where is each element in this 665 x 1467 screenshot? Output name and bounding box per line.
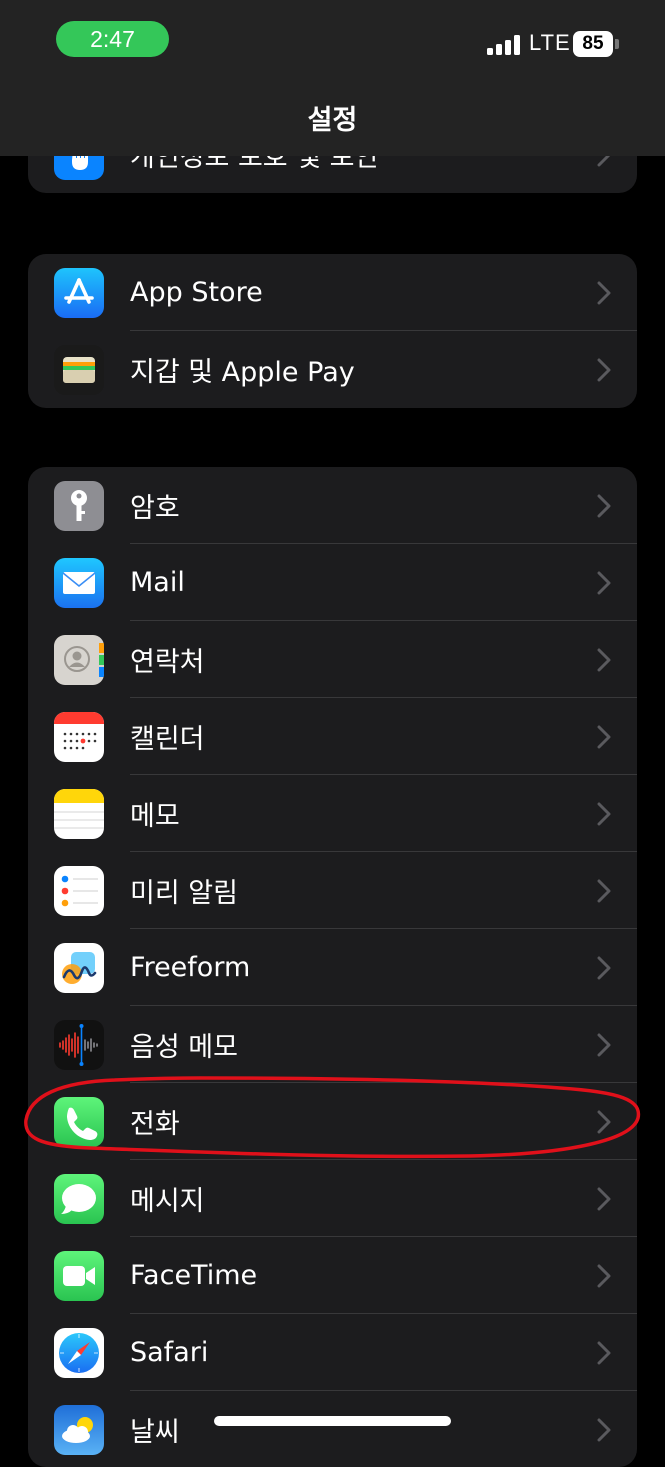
network-type: LTE: [529, 30, 571, 55]
mail-icon: [54, 557, 104, 608]
phone-icon: [54, 1096, 104, 1147]
safari-icon: [54, 1327, 104, 1378]
row-reminders[interactable]: 미리 알림: [28, 852, 637, 929]
messages-icon: [54, 1173, 104, 1224]
battery-icon: 85: [573, 31, 619, 57]
row-mail[interactable]: Mail: [28, 544, 637, 621]
chevron-right-icon: [597, 956, 611, 979]
row-label: 메모: [130, 801, 180, 832]
row-notes[interactable]: 메모: [28, 775, 637, 852]
row-passwords[interactable]: 암호: [28, 467, 637, 544]
calendar-icon: [54, 711, 104, 762]
chevron-right-icon: [597, 1418, 611, 1441]
row-label: FaceTime: [130, 1260, 258, 1291]
row-contacts[interactable]: 연락처: [28, 621, 637, 698]
battery-level: 85: [573, 31, 613, 57]
row-safari[interactable]: Safari: [28, 1314, 637, 1391]
chevron-right-icon: [597, 1110, 611, 1133]
row-label: Safari: [130, 1337, 209, 1368]
chevron-right-icon: [597, 1033, 611, 1056]
settings-group-store: App Store 지갑 및 Apple Pay: [28, 254, 637, 408]
chevron-right-icon: [597, 879, 611, 902]
row-label: 미리 알림: [130, 878, 238, 909]
row-label: 연락처: [130, 647, 205, 678]
row-app-store[interactable]: App Store: [28, 254, 637, 331]
app-store-icon: [54, 267, 104, 318]
notes-icon: [54, 788, 104, 839]
chevron-right-icon: [597, 1264, 611, 1287]
row-wallet[interactable]: 지갑 및 Apple Pay: [28, 331, 637, 408]
contacts-icon: [54, 634, 104, 685]
facetime-icon: [54, 1250, 104, 1301]
chevron-right-icon: [597, 571, 611, 594]
freeform-icon: [54, 942, 104, 993]
status-time[interactable]: 2:47: [56, 21, 169, 57]
page-title: 설정: [307, 105, 358, 136]
row-label: Mail: [130, 567, 185, 598]
row-freeform[interactable]: Freeform: [28, 929, 637, 1006]
row-label: 암호: [130, 493, 180, 524]
chevron-right-icon: [597, 648, 611, 671]
chevron-right-icon: [597, 494, 611, 517]
wallet-icon: [54, 344, 104, 395]
chevron-right-icon: [597, 802, 611, 825]
home-indicator[interactable]: [214, 1416, 451, 1426]
row-calendar[interactable]: 캘린더: [28, 698, 637, 775]
status-bar: 2:47 LTE 85 설정: [0, 0, 665, 156]
row-label: 캘린더: [130, 724, 205, 755]
settings-group-apps: 암호 Mail 연락처 캘린더 메모 미리 알림 Freeform 음성 메모 …: [28, 467, 637, 1467]
row-label: 지갑 및 Apple Pay: [130, 357, 355, 388]
row-messages[interactable]: 메시지: [28, 1160, 637, 1237]
row-label: 전화: [130, 1109, 180, 1140]
key-icon: [54, 480, 104, 531]
row-label: 메시지: [130, 1186, 205, 1217]
chevron-right-icon: [597, 1187, 611, 1210]
chevron-right-icon: [597, 281, 611, 304]
row-phone[interactable]: 전화: [28, 1083, 637, 1160]
reminders-icon: [54, 865, 104, 916]
row-label: App Store: [130, 277, 263, 308]
row-facetime[interactable]: FaceTime: [28, 1237, 637, 1314]
voice-memos-icon: [54, 1019, 104, 1070]
chevron-right-icon: [597, 358, 611, 381]
row-label: 날씨: [130, 1417, 180, 1448]
weather-icon: [54, 1404, 104, 1455]
row-label: Freeform: [130, 952, 251, 983]
row-weather[interactable]: 날씨: [28, 1391, 637, 1467]
cellular-signal-icon: [487, 35, 520, 55]
row-label: 음성 메모: [130, 1032, 238, 1063]
chevron-right-icon: [597, 1341, 611, 1364]
row-voice-memos[interactable]: 음성 메모: [28, 1006, 637, 1083]
chevron-right-icon: [597, 725, 611, 748]
